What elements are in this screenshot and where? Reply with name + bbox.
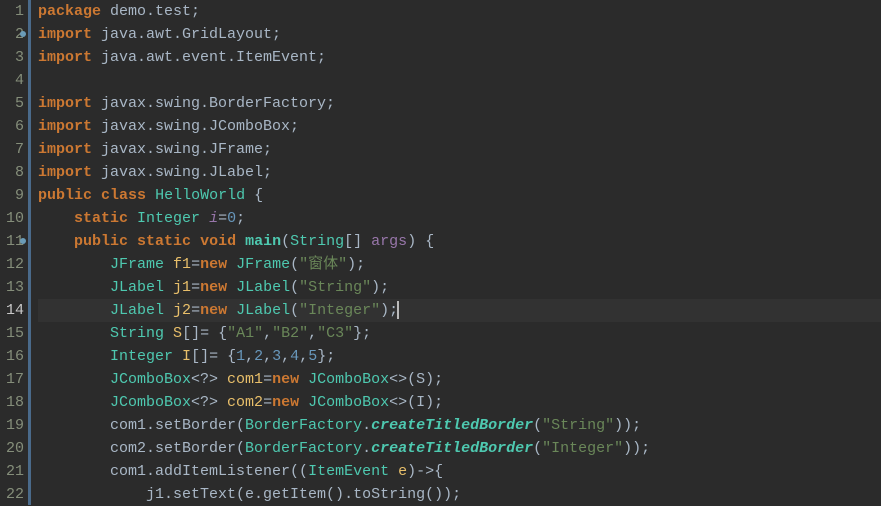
text-cursor — [397, 301, 399, 319]
code-line[interactable]: public static void main(String[] args) { — [38, 230, 881, 253]
line-number: 4 — [0, 69, 24, 92]
line-number: 18 — [0, 391, 24, 414]
line-number: 20 — [0, 437, 24, 460]
code-line[interactable]: import java.awt.event.ItemEvent; — [38, 46, 881, 69]
line-number: 21 — [0, 460, 24, 483]
code-line[interactable]: import javax.swing.JLabel; — [38, 161, 881, 184]
line-number: 22 — [0, 483, 24, 506]
fold-marker-icon[interactable] — [20, 31, 26, 37]
line-number: 8 — [0, 161, 24, 184]
code-line[interactable]: com1.setBorder(BorderFactory.createTitle… — [38, 414, 881, 437]
code-line[interactable] — [38, 69, 881, 92]
line-number: 7 — [0, 138, 24, 161]
line-number: 12 — [0, 253, 24, 276]
code-line[interactable]: JLabel j1=new JLabel("String"); — [38, 276, 881, 299]
code-editor[interactable]: package demo.test; import java.awt.GridL… — [28, 0, 881, 505]
line-number: 2 — [0, 23, 24, 46]
code-line[interactable]: String S[]= {"A1","B2","C3"}; — [38, 322, 881, 345]
code-line[interactable]: import java.awt.GridLayout; — [38, 23, 881, 46]
line-number: 19 — [0, 414, 24, 437]
line-number: 6 — [0, 115, 24, 138]
code-line[interactable]: j1.setText(e.getItem().toString()); — [38, 483, 881, 506]
code-line[interactable]: public class HelloWorld { — [38, 184, 881, 207]
line-number: 1 — [0, 0, 24, 23]
line-number-gutter: 1 2 3 4 5 6 7 8 9 10 11 12 13 14 15 16 1… — [0, 0, 28, 505]
code-line[interactable]: Integer I[]= {1,2,3,4,5}; — [38, 345, 881, 368]
code-line[interactable]: import javax.swing.BorderFactory; — [38, 92, 881, 115]
code-line[interactable]: import javax.swing.JComboBox; — [38, 115, 881, 138]
line-number: 16 — [0, 345, 24, 368]
code-line[interactable]: package demo.test; — [38, 0, 881, 23]
line-number: 17 — [0, 368, 24, 391]
code-line[interactable]: JComboBox<?> com1=new JComboBox<>(S); — [38, 368, 881, 391]
code-line[interactable]: JComboBox<?> com2=new JComboBox<>(I); — [38, 391, 881, 414]
fold-marker-icon[interactable] — [20, 238, 26, 244]
line-number: 15 — [0, 322, 24, 345]
line-number: 13 — [0, 276, 24, 299]
code-line[interactable]: com1.addItemListener((ItemEvent e)->{ — [38, 460, 881, 483]
line-number: 11 — [0, 230, 24, 253]
line-number: 10 — [0, 207, 24, 230]
line-number: 14 — [0, 299, 24, 322]
code-line[interactable]: JFrame f1=new JFrame("窗体"); — [38, 253, 881, 276]
line-number: 3 — [0, 46, 24, 69]
code-line[interactable]: import javax.swing.JFrame; — [38, 138, 881, 161]
line-number: 9 — [0, 184, 24, 207]
code-line-current[interactable]: JLabel j2=new JLabel("Integer"); — [38, 299, 881, 322]
line-number: 5 — [0, 92, 24, 115]
code-line[interactable]: com2.setBorder(BorderFactory.createTitle… — [38, 437, 881, 460]
editor-border — [28, 0, 31, 505]
code-line[interactable]: static Integer i=0; — [38, 207, 881, 230]
